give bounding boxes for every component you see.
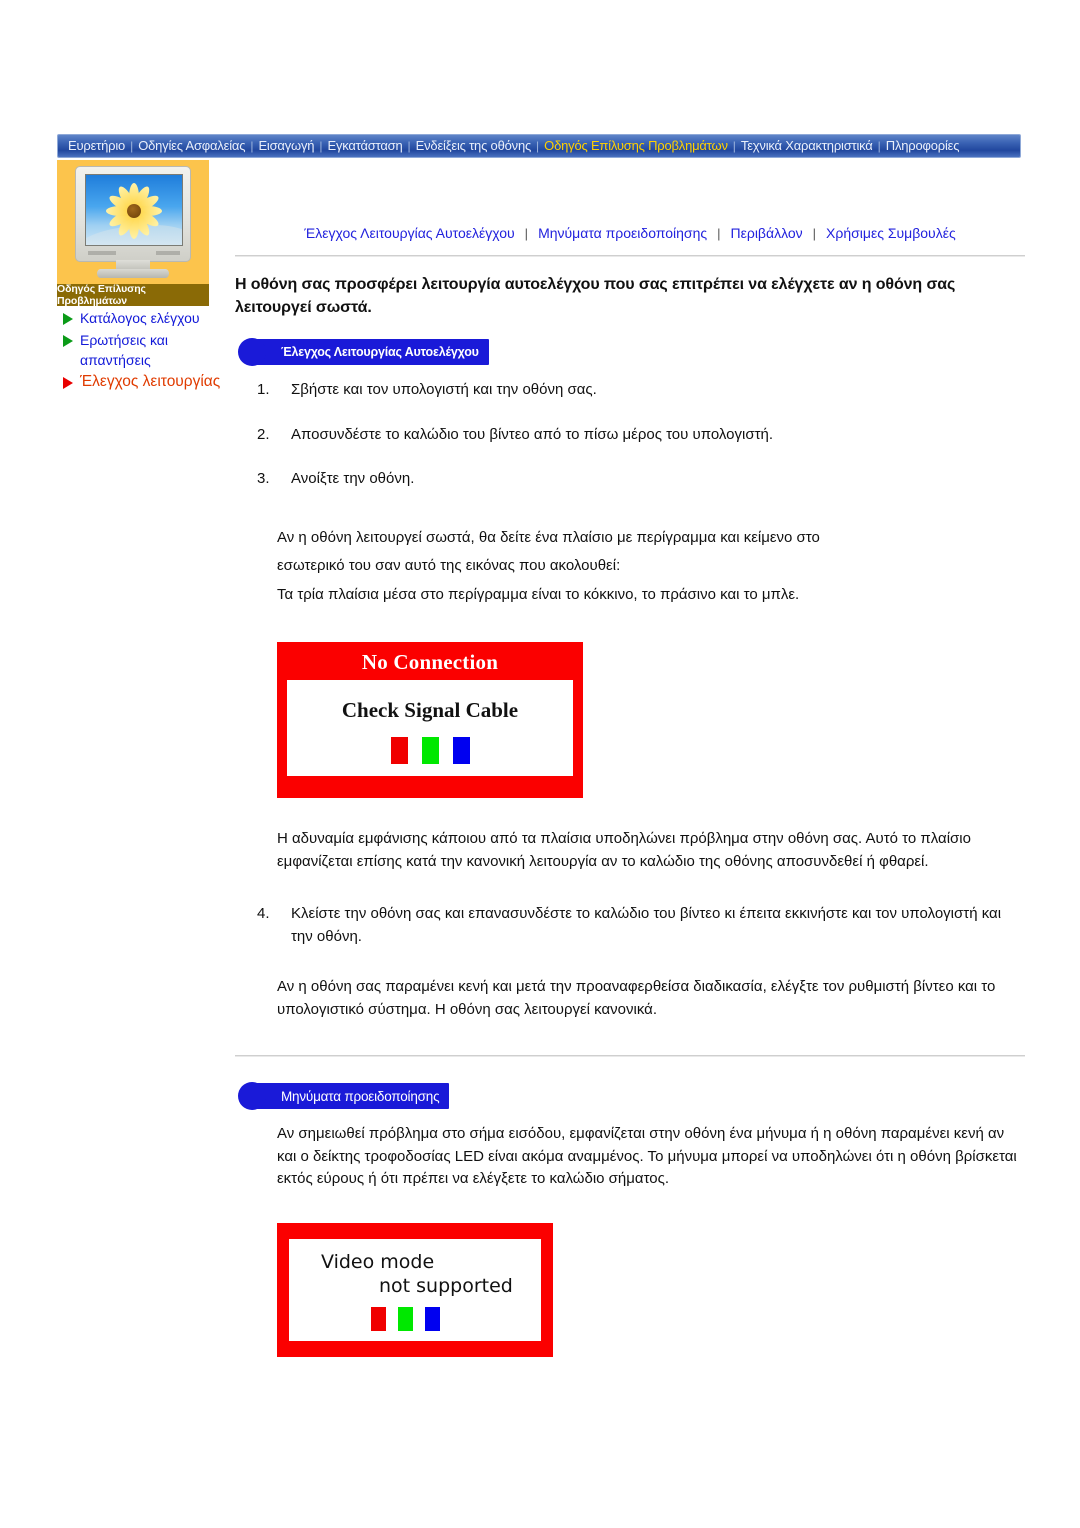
nav-item-specifications[interactable]: Τεχνικά Χαρακτηριστικά: [737, 135, 877, 157]
video-mode-line1: Video mode: [321, 1250, 435, 1273]
self-test-explanation-line2: εσωτερικό του σαν αυτό της εικόνας που α…: [277, 557, 621, 575]
nav-item-osd[interactable]: Ενδείξεις της οθόνης: [412, 135, 535, 157]
no-connection-inner-panel: Check Signal Cable: [287, 680, 573, 777]
sidebar-item-self-test[interactable]: Έλεγχος λειτουργίας: [57, 372, 227, 392]
sunflower-icon: [104, 181, 164, 241]
nav-item-index[interactable]: Ευρετήριο: [64, 135, 129, 157]
section-badge-self-test: Έλεγχος Λειτουργίας Αυτοελέγχου: [238, 338, 489, 367]
video-mode-message-image: Video mode not supported: [277, 1222, 553, 1357]
flower-center-shape: [127, 204, 141, 219]
divider-top: [235, 255, 1025, 257]
triangle-right-icon: [63, 335, 73, 347]
list-item: Αποσυνδέστε το καλώδιο του βίντεο από το…: [257, 424, 774, 446]
self-test-conclusion: Αν η οθόνη σας παραμένει κενή και μετά τ…: [277, 978, 996, 1018]
warning-messages-paragraph: Αν σημειωθεί πρόβλημα στο σήμα εισόδου, …: [277, 1125, 1017, 1188]
list-item: Ανοίξτε την οθόνη.: [257, 468, 415, 490]
monitor-model-mark: [156, 251, 180, 255]
self-test-steps-list: Σβήστε και τον υπολογιστή και την οθόνη …: [235, 379, 1025, 491]
self-test-explanation-line1: Αν η οθόνη λειτουργεί σωστά, θα δείτε έν…: [277, 528, 820, 546]
sidebar-item-label: Ερωτήσεις και απαντήσεις: [80, 332, 169, 368]
list-item: Κλείστε την οθόνη σας και επανασυνδέστε …: [257, 903, 1002, 945]
main-content: Έλεγχος Λειτουργίας Αυτοελέγχου | Μηνύμα…: [235, 225, 1025, 1357]
sidebar-menu: Κατάλογος ελέγχου Ερωτήσεις και απαντήσε…: [57, 308, 227, 394]
blue-swatch: [452, 737, 470, 765]
video-mode-line2: not supported: [379, 1274, 513, 1297]
subnav-link-warning-messages[interactable]: Μηνύματα προειδοποίησης: [528, 225, 717, 241]
sidebar-item-label: Κατάλογος ελέγχου: [80, 310, 200, 326]
rgb-swatches: [299, 1306, 531, 1331]
rgb-swatches: [297, 737, 563, 765]
red-swatch: [390, 737, 408, 765]
subnav-link-environment[interactable]: Περιβάλλον: [721, 225, 813, 241]
monitor-illustration: [75, 166, 191, 278]
monitor-body-icon: [75, 166, 191, 262]
sub-navigation: Έλεγχος Λειτουργίας Αυτοελέγχου | Μηνύμα…: [235, 225, 1025, 241]
check-signal-cable-text: Check Signal Cable: [341, 698, 519, 723]
green-swatch: [421, 737, 439, 765]
divider-section: [235, 1055, 1025, 1058]
sidebar-item-faq[interactable]: Ερωτήσεις και απαντήσεις: [57, 330, 227, 370]
no-connection-explanation: Η αδυναμία εμφάνισης κάποιου από τα πλαί…: [277, 830, 971, 870]
subnav-link-self-test[interactable]: Έλεγχος Λειτουργίας Αυτοελέγχου: [294, 225, 524, 241]
monitor-stand-base: [97, 269, 169, 278]
sidebar-item-checklist[interactable]: Κατάλογος ελέγχου: [57, 308, 227, 328]
triangle-right-icon: [63, 377, 73, 389]
video-mode-inner-panel: Video mode not supported: [289, 1238, 541, 1341]
nav-item-introduction[interactable]: Εισαγωγή: [254, 135, 318, 157]
subnav-link-useful-tips[interactable]: Χρήσιμες Συμβουλές: [816, 225, 966, 241]
nav-item-information[interactable]: Πληροφορίες: [882, 135, 964, 157]
monitor-brand-mark: [88, 251, 116, 255]
nav-item-troubleshooting[interactable]: Οδηγός Επίλυσης Προβλημάτων: [540, 135, 732, 157]
sidebar-caption: Οδηγός Επίλυσης Προβλημάτων: [57, 283, 209, 307]
triangle-right-icon: [63, 313, 73, 325]
self-test-steps-list-continued: Κλείστε την οθόνη σας και επανασυνδέστε …: [235, 903, 1025, 948]
nav-item-setup[interactable]: Εγκατάσταση: [323, 135, 406, 157]
section-badge-label: Έλεγχος Λειτουργίας Αυτοελέγχου: [281, 345, 479, 360]
blue-swatch: [425, 1306, 440, 1331]
page-lead-text: Η οθόνη σας προσφέρει λειτουργία αυτοελέ…: [235, 276, 956, 317]
nav-item-safety[interactable]: Οδηγίες Ασφαλείας: [134, 135, 249, 157]
no-connection-message-image: No Connection Check Signal Cable: [277, 642, 583, 799]
red-swatch: [371, 1306, 386, 1331]
sidebar: Οδηγός Επίλυσης Προβλημάτων: [57, 160, 209, 307]
section-badge-warning-messages: Μηνύματα προειδοποίησης: [237, 1082, 450, 1111]
sidebar-item-label: Έλεγχος λειτουργίας: [80, 373, 221, 390]
section-badge-label: Μηνύματα προειδοποίησης: [281, 1088, 440, 1104]
self-test-explanation-line3: Τα τρία πλαίσια μέσα στο περίγραμμα είνα…: [277, 585, 800, 603]
monitor-screen-icon: [85, 174, 183, 246]
sidebar-header-panel: Οδηγός Επίλυσης Προβλημάτων: [57, 160, 209, 307]
green-swatch: [398, 1306, 413, 1331]
no-connection-title: No Connection: [361, 650, 499, 675]
list-item: Σβήστε και τον υπολογιστή και την οθόνη …: [257, 379, 597, 401]
page-root: Ευρετήριο | Οδηγίες Ασφαλείας | Εισαγωγή…: [0, 0, 1080, 1528]
top-navigation-bar: Ευρετήριο | Οδηγίες Ασφαλείας | Εισαγωγή…: [57, 134, 1021, 158]
